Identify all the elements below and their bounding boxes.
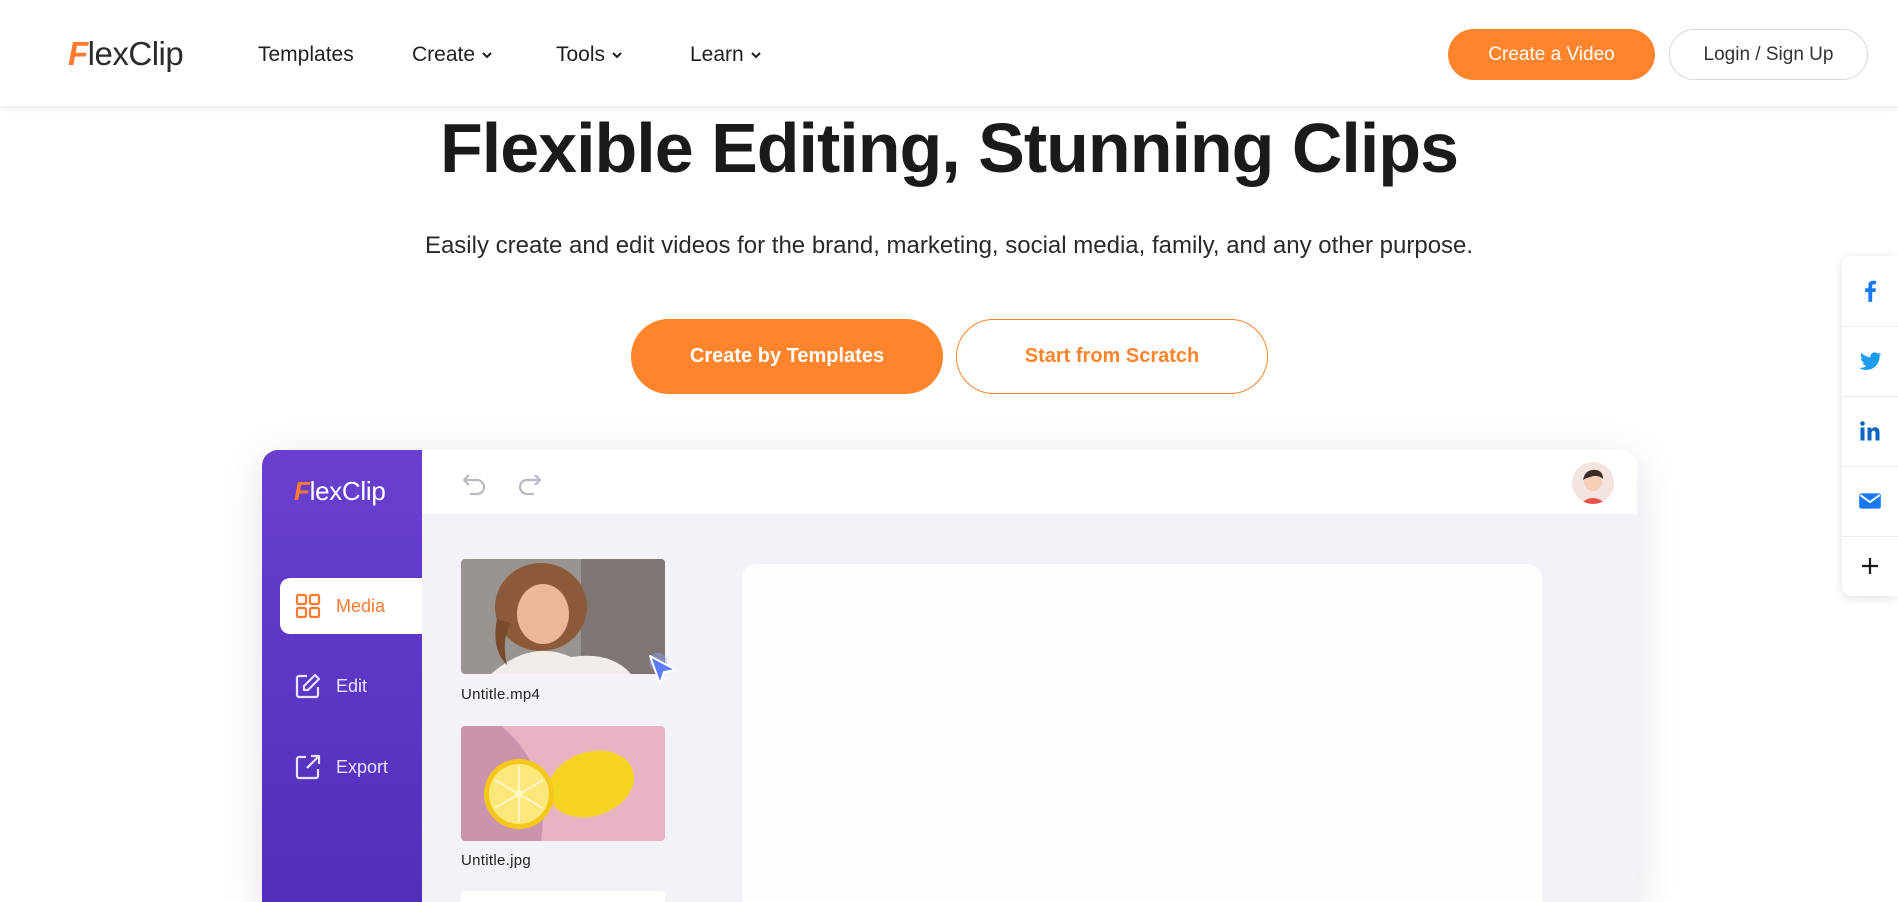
nav-tools-label: Tools (556, 43, 606, 66)
media-thumbnail-video[interactable] (461, 559, 665, 674)
share-linkedin[interactable] (1842, 396, 1898, 466)
export-icon (295, 754, 321, 780)
linkedin-icon (1860, 421, 1880, 441)
chevron-down-icon (612, 52, 622, 59)
lemon-thumbnail-image (461, 726, 665, 841)
avatar[interactable] (1572, 462, 1614, 504)
nav-templates[interactable]: Templates (258, 40, 354, 70)
site-header: FlexClip Templates Create Tools Learn Cr… (0, 0, 1898, 106)
logo-text: lexClip (87, 35, 184, 72)
nav-learn[interactable]: Learn (690, 40, 762, 70)
page-title: Flexible Editing, Stunning Clips (440, 109, 1459, 187)
share-twitter[interactable] (1842, 326, 1898, 396)
nav-learn-label: Learn (690, 43, 744, 66)
grid-icon (295, 593, 321, 619)
nav-templates-label: Templates (258, 43, 354, 66)
media-filename: Untitle.jpg (461, 852, 532, 869)
login-signup-button[interactable]: Login / Sign Up (1669, 29, 1868, 80)
editor-toolbar (422, 450, 1637, 514)
media-thumbnail-partial[interactable] (461, 891, 665, 902)
nav-create[interactable]: Create (412, 40, 493, 70)
create-by-templates-button[interactable]: Create by Templates (631, 319, 943, 394)
facebook-icon (1865, 280, 1877, 302)
edit-icon (295, 673, 321, 699)
redo-icon[interactable] (516, 470, 544, 496)
flexclip-logo[interactable]: FlexClip (68, 34, 184, 74)
video-canvas[interactable] (742, 564, 1542, 902)
editor-tab-export-label: Export (336, 756, 389, 777)
editor-tab-edit[interactable]: Edit (280, 658, 422, 714)
editor-tab-edit-label: Edit (336, 675, 368, 696)
editor-logo-mark: F (294, 476, 310, 506)
email-icon (1859, 493, 1881, 509)
media-filename: Untitle.mp4 (461, 686, 541, 703)
user-avatar-icon (1572, 462, 1614, 504)
cursor-pointer-icon (649, 653, 677, 685)
editor-sidebar: FlexClip Media Edit Export (262, 450, 422, 902)
create-video-button[interactable]: Create a Video (1448, 29, 1655, 80)
twitter-icon (1859, 352, 1882, 370)
nav-create-label: Create (412, 43, 476, 66)
media-thumbnail-image[interactable] (461, 726, 665, 841)
chevron-down-icon (751, 52, 761, 59)
share-facebook[interactable] (1842, 256, 1898, 326)
page-subtitle: Easily create and edit videos for the br… (424, 232, 1474, 259)
portrait-thumbnail-image (461, 559, 665, 674)
editor-logo: FlexClip (294, 476, 386, 507)
editor-tab-media[interactable]: Media (280, 578, 422, 634)
chevron-down-icon (482, 52, 492, 59)
editor-tab-export[interactable]: Export (280, 739, 422, 795)
start-from-scratch-button[interactable]: Start from Scratch (956, 319, 1268, 394)
share-bar (1842, 256, 1898, 596)
share-more[interactable] (1842, 531, 1898, 601)
editor-logo-text: lexClip (309, 476, 386, 506)
nav-tools[interactable]: Tools (556, 40, 623, 70)
plus-icon (1862, 558, 1878, 574)
share-email[interactable] (1842, 466, 1898, 536)
logo-mark: F (68, 35, 88, 72)
editor-tab-media-label: Media (336, 595, 386, 616)
undo-icon[interactable] (460, 470, 488, 496)
editor-preview: FlexClip Media Edit Export Untitle.mp4 U… (262, 450, 1637, 902)
